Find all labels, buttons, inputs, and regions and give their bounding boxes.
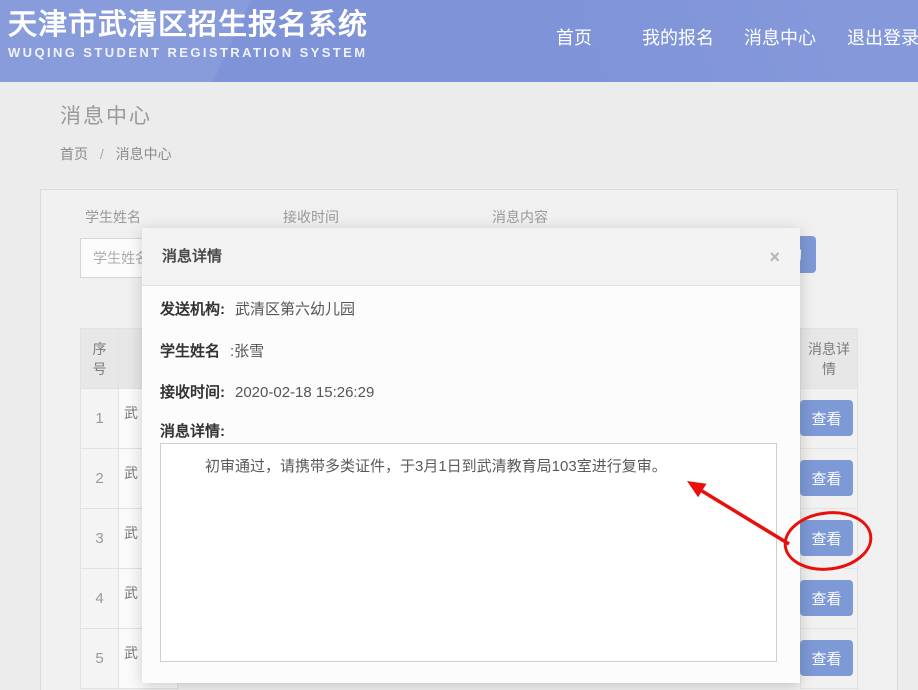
filter-label-student-name: 学生姓名 <box>85 207 141 227</box>
system-subtitle: WUQING STUDENT REGISTRATION SYSTEM <box>8 45 368 60</box>
message-text-box: 初审通过，请携带多类证件，于3月1日到武清教育局103室进行复审。 <box>160 443 777 662</box>
table-cell-index: 5 <box>80 628 119 689</box>
field-value: 2020-02-18 15:26:29 <box>235 384 374 401</box>
view-button-row1[interactable]: 查看 <box>800 400 853 436</box>
breadcrumb-home-link[interactable]: 首页 <box>60 146 88 162</box>
breadcrumb: 首页 / 消息中心 <box>60 144 172 164</box>
table-cell-index: 2 <box>80 448 119 509</box>
field-receive-time: 接收时间: 2020-02-18 15:26:29 <box>160 381 374 402</box>
field-value: 武清区第六幼儿园 <box>235 301 355 318</box>
breadcrumb-separator: / <box>100 146 104 162</box>
top-navigation-bar: 天津市武清区招生报名系统 WUQING STUDENT REGISTRATION… <box>0 0 918 82</box>
close-icon[interactable]: × <box>769 228 780 286</box>
field-label: 发送机构: <box>160 301 225 318</box>
field-student-name: 学生姓名 :张雪 <box>160 340 264 361</box>
brand-logo: 天津市武清区招生报名系统 WUQING STUDENT REGISTRATION… <box>8 8 368 60</box>
field-message-detail: 消息详情: <box>160 420 225 441</box>
table-header-index: 序号 <box>80 328 119 389</box>
view-button-row2[interactable]: 查看 <box>800 460 853 496</box>
nav-message-center[interactable]: 消息中心 <box>744 24 816 50</box>
breadcrumb-current: 消息中心 <box>116 146 172 162</box>
table-cell-index: 1 <box>80 388 119 449</box>
view-button-row4[interactable]: 查看 <box>800 580 853 616</box>
filter-label-message-content: 消息内容 <box>492 207 548 227</box>
field-label: 消息详情: <box>160 423 225 440</box>
modal-header: 消息详情 × <box>142 228 800 286</box>
table-header-detail: 消息详情 <box>800 328 858 389</box>
nav-home[interactable]: 首页 <box>556 24 592 50</box>
view-button-row5[interactable]: 查看 <box>800 640 853 676</box>
nav-my-registration[interactable]: 我的报名 <box>642 24 714 50</box>
system-title: 天津市武清区招生报名系统 <box>8 8 368 42</box>
modal-title: 消息详情 <box>162 228 222 286</box>
app-window: 天津市武清区招生报名系统 WUQING STUDENT REGISTRATION… <box>0 0 918 690</box>
field-value: :张雪 <box>230 343 264 360</box>
view-button-row3-highlighted[interactable]: 查看 <box>800 520 853 556</box>
table-cell-index: 3 <box>80 508 119 569</box>
table-cell-index: 4 <box>80 568 119 629</box>
nav-logout[interactable]: 退出登录 <box>847 24 918 50</box>
field-sender-org: 发送机构: 武清区第六幼儿园 <box>160 298 355 319</box>
field-label: 接收时间: <box>160 384 225 401</box>
message-text: 初审通过，请携带多类证件，于3月1日到武清教育局103室进行复审。 <box>175 456 762 478</box>
message-detail-modal: 消息详情 × 发送机构: 武清区第六幼儿园 学生姓名 :张雪 接收时间: 2020-0… <box>142 228 800 683</box>
field-label: 学生姓名 <box>160 343 220 360</box>
filter-label-receive-time: 接收时间 <box>283 207 339 227</box>
page-title: 消息中心 <box>60 100 152 130</box>
